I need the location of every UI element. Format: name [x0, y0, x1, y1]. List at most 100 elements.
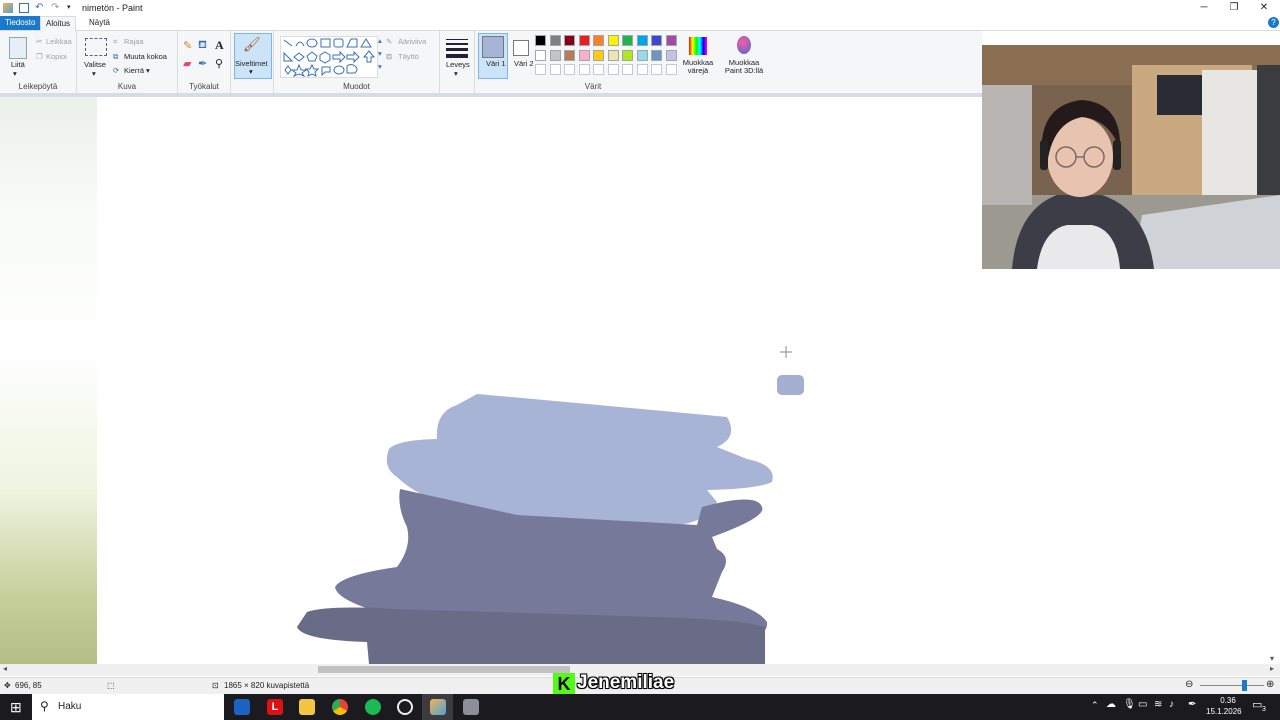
crop-button[interactable]: Rajaa: [124, 37, 144, 46]
palette-swatch[interactable]: [549, 64, 561, 75]
wifi-icon[interactable]: ≋: [1154, 699, 1162, 710]
palette-swatch[interactable]: [578, 64, 590, 75]
palette-swatch[interactable]: [665, 64, 677, 75]
brushes-dropdown-icon[interactable]: ▾: [249, 67, 253, 76]
clock-date[interactable]: 15.1.2026: [1206, 707, 1242, 716]
restore-button[interactable]: ❐: [1226, 2, 1242, 14]
horizontal-scroll-thumb[interactable]: [318, 666, 570, 673]
clock-time[interactable]: 0.36: [1212, 696, 1244, 705]
copy-button[interactable]: Kopioi: [46, 52, 67, 61]
palette-swatch[interactable]: [636, 49, 648, 61]
rotate-button[interactable]: Kierrä: [124, 66, 144, 75]
mail-app-icon[interactable]: [234, 699, 250, 715]
scroll-right-icon[interactable]: ▸: [1270, 664, 1274, 673]
paint3d-button[interactable]: Muokkaa Paint 3D:llä: [722, 59, 766, 75]
text-tool-icon[interactable]: A: [215, 38, 224, 53]
customize-toolbar-icon[interactable]: ▾: [67, 3, 77, 13]
size-button[interactable]: Leveys: [446, 60, 470, 69]
palette-swatch[interactable]: [651, 35, 662, 46]
shapes-more-icon[interactable]: ▾: [378, 62, 382, 71]
tab-view[interactable]: Näytä: [84, 16, 115, 30]
tab-home[interactable]: Aloitus: [40, 16, 77, 31]
palette-swatch[interactable]: [636, 35, 648, 46]
palette-swatch[interactable]: [651, 64, 662, 75]
size-dropdown-icon[interactable]: ▾: [454, 69, 458, 78]
notifications-icon[interactable]: ▭: [1252, 698, 1262, 711]
palette-swatch[interactable]: [578, 35, 590, 46]
chrome-icon[interactable]: [332, 699, 348, 715]
scroll-down-icon[interactable]: ▾: [1270, 654, 1274, 663]
palette-swatch[interactable]: [535, 35, 546, 46]
fill-button[interactable]: Täyttö: [398, 52, 419, 61]
shapes-scroll-down-icon[interactable]: ▾: [378, 49, 382, 58]
help-icon[interactable]: ?: [1268, 17, 1279, 28]
palette-swatch[interactable]: [636, 64, 648, 75]
palette-swatch[interactable]: [607, 49, 619, 61]
select-button[interactable]: Valitse: [84, 60, 106, 69]
network-icon[interactable]: ☁: [1106, 699, 1116, 710]
microphone-icon[interactable]: 🎙: [1123, 699, 1136, 710]
palette-swatch[interactable]: [549, 35, 561, 46]
color-picker-icon[interactable]: ✒: [198, 57, 207, 70]
zoom-slider-thumb[interactable]: [1242, 680, 1247, 691]
tray-overflow-icon[interactable]: ⌃: [1091, 700, 1099, 711]
tab-file[interactable]: Tiedosto: [0, 16, 41, 30]
palette-swatch[interactable]: [622, 35, 633, 46]
color2-label[interactable]: Väri 2: [514, 59, 534, 68]
undo-icon[interactable]: ↶: [35, 3, 45, 13]
windows-start-icon[interactable]: ⊞: [10, 699, 22, 716]
pencil-icon[interactable]: ✎: [183, 39, 192, 52]
zoom-in-icon[interactable]: ⊕: [1266, 679, 1274, 690]
edit-colors-button[interactable]: Muokkaa värejä: [681, 59, 715, 75]
magnifier-icon[interactable]: ⚲: [215, 57, 223, 70]
palette-swatch[interactable]: [578, 49, 590, 61]
volume-icon[interactable]: ♪: [1169, 699, 1174, 710]
zoom-slider-track[interactable]: [1200, 685, 1264, 686]
palette-swatch[interactable]: [593, 64, 604, 75]
drawing-canvas[interactable]: [97, 97, 982, 664]
palette-swatch[interactable]: [535, 64, 546, 75]
canvas-size-icon: ⊡: [212, 681, 219, 690]
obs-icon[interactable]: [397, 699, 413, 715]
scroll-left-icon[interactable]: ◂: [3, 664, 7, 673]
taskbar-search-box[interactable]: ⚲ Haku: [32, 694, 224, 720]
resize-button[interactable]: Muuta kokoa: [124, 52, 167, 61]
fill-bucket-icon[interactable]: ⛾: [198, 39, 207, 53]
shapes-scroll-up-icon[interactable]: ▴: [378, 36, 382, 45]
pen-icon[interactable]: ✒: [1188, 699, 1196, 710]
l-app-icon[interactable]: L: [267, 699, 283, 715]
paste-dropdown-icon[interactable]: ▾: [13, 69, 17, 78]
spotify-icon[interactable]: [365, 699, 381, 715]
palette-swatch[interactable]: [665, 49, 677, 61]
palette-swatch[interactable]: [622, 49, 633, 61]
display-icon[interactable]: ▭: [1138, 699, 1147, 710]
palette-swatch[interactable]: [564, 49, 575, 61]
palette-swatch[interactable]: [607, 35, 619, 46]
save-icon[interactable]: [19, 3, 29, 13]
outline-button[interactable]: Ääriviiva: [398, 37, 426, 46]
redo-icon[interactable]: ↷: [51, 3, 61, 13]
palette-swatch[interactable]: [564, 64, 575, 75]
file-explorer-icon[interactable]: [299, 699, 315, 715]
palette-swatch[interactable]: [651, 49, 662, 61]
close-button[interactable]: ✕: [1256, 2, 1272, 14]
palette-swatch[interactable]: [593, 49, 604, 61]
paint-taskbar-icon[interactable]: [430, 699, 446, 715]
palette-swatch[interactable]: [607, 64, 619, 75]
zoom-out-icon[interactable]: ⊖: [1185, 679, 1193, 690]
select-dropdown-icon[interactable]: ▾: [92, 69, 96, 78]
minimize-button[interactable]: ─: [1196, 2, 1212, 14]
other-app-icon[interactable]: [463, 699, 479, 715]
palette-swatch[interactable]: [622, 64, 633, 75]
palette-swatch[interactable]: [564, 35, 575, 46]
cut-button[interactable]: Leikkaa: [46, 37, 72, 46]
palette-swatch[interactable]: [593, 35, 604, 46]
palette-swatch[interactable]: [549, 49, 561, 61]
shapes-gallery[interactable]: [280, 36, 378, 78]
eraser-icon[interactable]: ▰: [183, 57, 191, 70]
palette-swatch[interactable]: [665, 35, 677, 46]
paste-button[interactable]: Liitä: [11, 60, 25, 69]
palette-swatch[interactable]: [535, 49, 546, 61]
rotate-dropdown-icon[interactable]: ▾: [146, 66, 150, 75]
color2-swatch[interactable]: [513, 40, 529, 56]
